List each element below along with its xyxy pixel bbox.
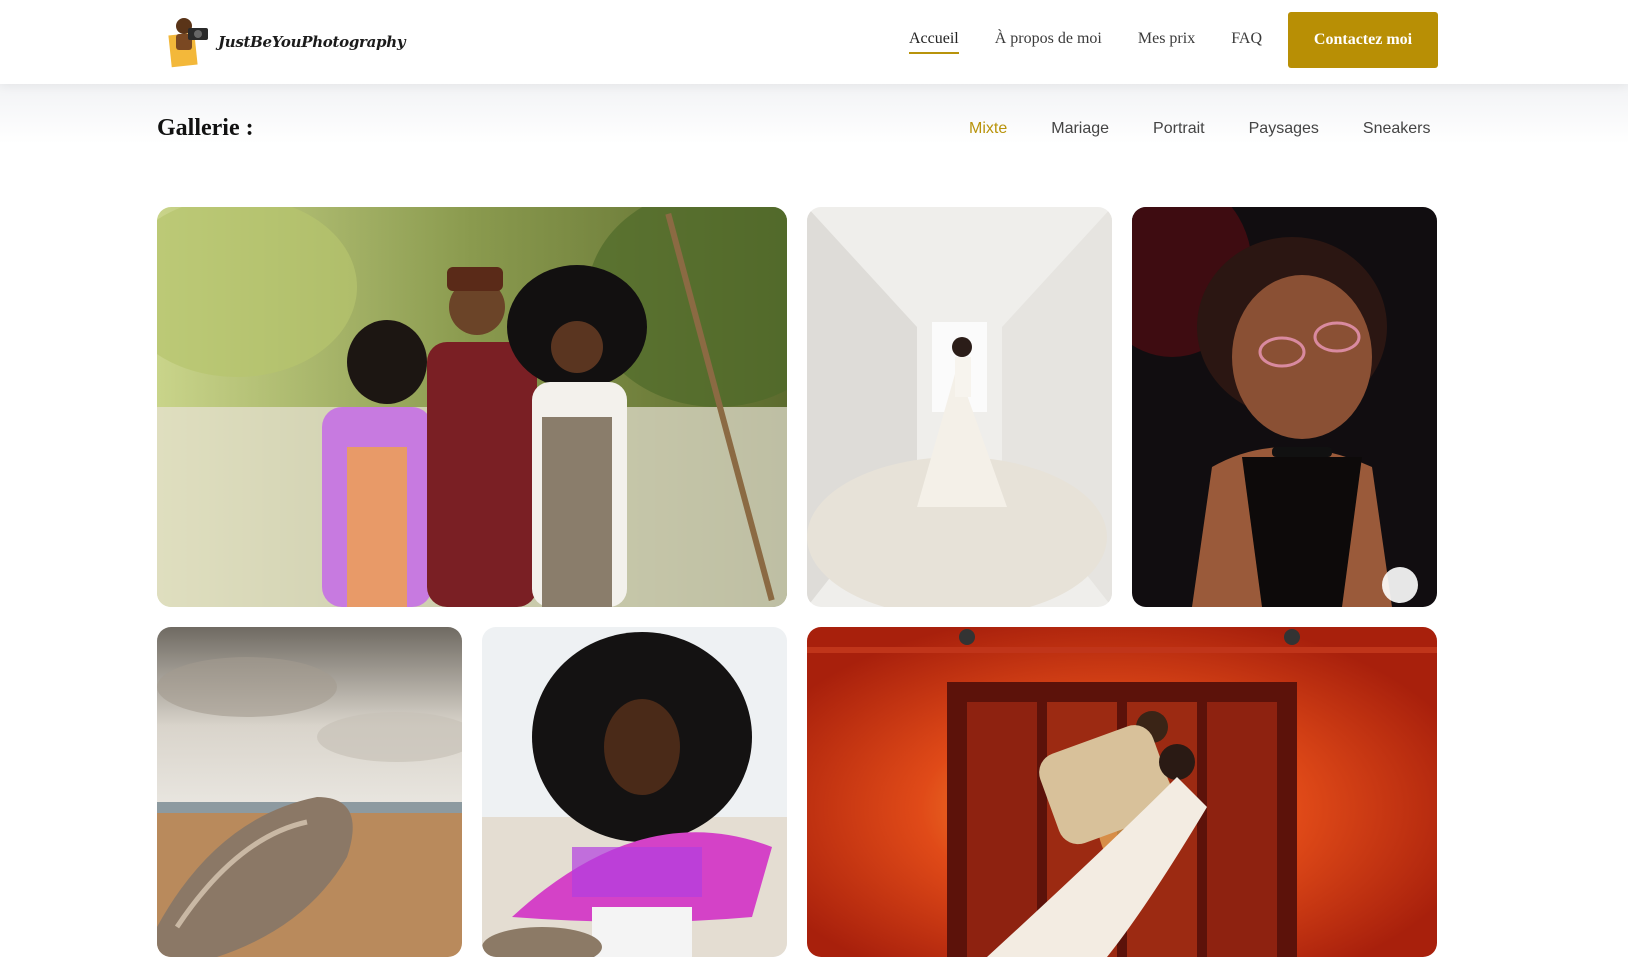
nav-item-accueil[interactable]: Accueil	[909, 30, 959, 54]
nav-item-faq[interactable]: FAQ	[1231, 30, 1262, 54]
main-nav: Accueil À propos de moi Mes prix FAQ	[909, 30, 1298, 54]
brand-name: JustBeYouPhotography	[218, 33, 406, 51]
nav-item-mes-prix[interactable]: Mes prix	[1138, 30, 1195, 54]
gallery-photo-portrait-glasses[interactable]	[1132, 207, 1437, 607]
filter-mariage[interactable]: Mariage	[1051, 120, 1109, 138]
gallery-title: Gallerie :	[157, 115, 254, 141]
site-header: JustBeYouPhotography Accueil À propos de…	[0, 0, 1628, 84]
gallery-photo-bride-corridor[interactable]	[807, 207, 1112, 607]
gallery-photo-beach-log[interactable]	[157, 627, 462, 957]
filter-sneakers[interactable]: Sneakers	[1363, 120, 1431, 138]
filter-portrait[interactable]: Portrait	[1153, 120, 1205, 138]
gallery-photo-group-portrait[interactable]	[157, 207, 787, 607]
nav-item-a-propos[interactable]: À propos de moi	[995, 30, 1102, 54]
gallery-filters: Mixte Mariage Portrait Paysages Sneakers	[969, 120, 1474, 138]
gallery-photo-afro-beach[interactable]	[482, 627, 787, 957]
contact-button[interactable]: Contactez moi	[1288, 12, 1438, 68]
gallery-photo-couple-door[interactable]	[807, 627, 1437, 957]
filter-mixte[interactable]: Mixte	[969, 120, 1007, 138]
photographer-logo-icon	[166, 14, 212, 70]
brand-logo[interactable]: JustBeYouPhotography	[166, 14, 406, 70]
filter-paysages[interactable]: Paysages	[1249, 120, 1319, 138]
